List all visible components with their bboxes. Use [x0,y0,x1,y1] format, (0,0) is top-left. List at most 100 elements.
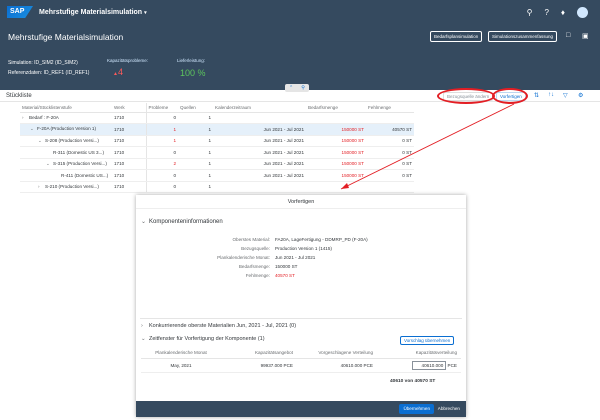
chevron-right-icon: › [141,323,143,329]
help-icon[interactable]: ? [544,8,548,17]
col-material[interactable]: Material/Stücklistenstufe [20,103,112,113]
simulation-field: Simulation: ID_SIM2 (ID_SIM2) [8,60,78,66]
kapazitaet-value[interactable]: ▲4 [113,67,123,77]
col-kalenderzeitraum[interactable]: Kalenderzeitraum [213,103,306,113]
referenz-value[interactable]: ID_REF1 (ID_REF1) [44,70,90,76]
material-label: S-210 (Production Versi...) [45,184,99,190]
expand-icon[interactable]: ↑↓ [548,92,554,98]
page-title: Mehrstufige Materialsimulation [8,32,124,42]
lieferleistung-label: Lieferleistung: [177,58,206,63]
info-label: Fehlmenge: [245,273,270,278]
object-header: Mehrstufige Materialsimulation Bedarfspl… [0,24,600,90]
table-row[interactable]: R-411 (Domestic US...) 1710 0 1 Jun 2021 - J… [20,169,414,182]
cell-fehlmenge: 0 ST [366,146,414,159]
bedarfsplansimulation-button[interactable]: Bedarfsplansimulation [430,31,483,42]
cell-quellen: 1 [178,112,213,124]
cell-material: ⌄ S-315 (Production Versi...) [20,158,112,170]
table-row[interactable]: R-311 (Domestic US 3...) 1710 0 1 Jun 2021 -… [20,146,414,159]
table-row[interactable]: ⌄ S-208 (Production Versi...) 1710 1 1 Jun 20… [20,135,414,147]
info-label: Oberstes Material: [232,237,270,242]
material-label: S-208 (Production Versi...) [45,137,99,143]
chevron-right-icon[interactable]: › [22,115,29,120]
cell-probleme: 0 [145,169,178,182]
cell-bedarfsmenge: 150000 ST [306,123,366,136]
section-komponenteninformationen[interactable]: ⌄ Komponenteninformationen [141,218,223,225]
info-value: 150000 ST [275,264,298,269]
table-row[interactable]: › S-210 (Production Versi...) 1710 0 1 [20,181,414,193]
abbrechen-button[interactable]: Abbrechen [436,404,462,414]
cell-fehlmenge: 0 ST [366,169,414,182]
cell-material: ⌄ F-20A (Production Version 1) [20,123,112,136]
bell-icon[interactable]: ♦ [561,8,565,17]
cell-fehlmenge: 0 ST [366,135,414,147]
cell-material: › Bedarf : F-20A [20,112,112,124]
cell-kalenderzeitraum: Jun 2021 - Jul 2021 [213,135,306,147]
cell-quellen: 1 [178,169,213,182]
avatar[interactable] [577,6,588,18]
cell-kalenderzeitraum [213,112,306,124]
col-vorgeschlagene-verteilung: Vorgeschlagene Verteilung [297,348,377,359]
chevron-right-icon[interactable]: › [38,184,45,189]
chevron-down-icon: ⌄ [141,336,146,342]
cell-quellen: 1 [178,135,213,147]
settings-gear-icon[interactable]: ⚙ [578,92,583,99]
zeitfenster-table: Plankalenderische Monat Kapazitätsangebo… [141,348,461,373]
vorschlag-uebernehmen-button[interactable]: Vorschlag übernehmen [400,336,455,345]
cell-material: R-311 (Domestic US 3...) [20,146,112,159]
col-kapazitaetsverteilung: Kapazitätsverteilung [377,348,461,359]
unit-label: PCE [447,362,457,368]
highlight-ring-bezugsquelle [437,88,495,104]
cell-werk: 1710 [112,169,146,182]
cell-bedarfsmenge: 150000 ST [306,169,366,182]
app-title-text: Mehrstufige Materialsimulation [39,8,143,16]
table-row[interactable]: › Bedarf : F-20A 1710 0 1 [20,112,414,124]
info-row: Fehlmenge: 40570 ST [150,273,295,281]
info-value: Production Version 1 (1415) [275,246,332,251]
divider [140,318,462,319]
col-fehlmenge[interactable]: Fehlmenge [366,103,414,113]
cell-bedarfsmenge: 150000 ST [306,135,366,147]
cell-material: › S-210 (Production Versi...) [20,181,112,193]
total-summary: 40610 von 40570 ST [390,379,436,384]
sort-icon[interactable]: ⇅ [534,92,539,99]
info-value: FA20A, LageFertigung - DDMRP_PD (F-20A) [275,237,368,242]
table-row[interactable]: ⌄ F-20A (Production Version 1) 1710 1 1 Jun 2… [20,123,414,136]
fullscreen-icon[interactable]: ▣ [582,32,589,40]
col-werk[interactable]: Werk [112,103,146,113]
table-row: May, 2021 99937.000 PCE 40610.000 PCE 40… [141,358,461,373]
share-icon[interactable]: □ [566,32,570,39]
referenz-label: Referenzdaten: [8,70,43,76]
col-quellen[interactable]: Quellen [178,103,213,113]
uebernehmen-button[interactable]: Übernehmen [399,404,434,414]
simulation-value[interactable]: ID_SIM2 (ID_SIM2) [34,60,78,66]
kapazitaetsverteilung-input[interactable]: 40610.000 [412,360,447,370]
search-icon[interactable]: ⚲ [527,8,533,17]
col-bedarfsmenge[interactable]: Bedarfsmenge [306,103,366,113]
chevron-down-icon[interactable]: ⌄ [38,138,45,144]
cell-quellen: 1 [178,123,213,136]
filter-icon[interactable]: ▽ [563,92,568,99]
cell-kalenderzeitraum: Jun 2021 - Jul 2021 [213,123,306,136]
cell-werk: 1710 [112,146,146,159]
simulation-label: Simulation: [8,60,33,66]
cell-fehlmenge: 0 ST [366,158,414,170]
dialog-title: Vorfertigen [136,195,466,209]
material-label: S-315 (Production Versi...) [53,160,107,166]
cell-bedarfsmenge: 150000 ST [306,146,366,159]
chevron-down-icon[interactable]: ⌄ [30,126,37,132]
sap-logo[interactable]: SAP [7,6,33,18]
section-konkurrierende[interactable]: › Konkurrierende oberste Materialien Jun,… [141,323,296,329]
col-probleme[interactable]: Probleme [145,103,178,113]
section-zeitfenster[interactable]: ⌄ Zeitfenster für Vorfertigung der Kompon… [141,336,265,342]
chevron-down-icon[interactable]: ⌄ [46,161,53,167]
info-label: Bezugsquelle: [241,246,270,251]
cell-werk: 1710 [112,135,146,147]
cell-probleme: 1 [145,123,178,136]
app-title-menu[interactable]: Mehrstufige Materialsimulation ▾ [39,9,147,16]
table-row[interactable]: ⌄ S-315 (Production Versi...) 1710 2 1 Jun 20… [20,158,414,170]
material-label: Bedarf : F-20A [29,115,59,121]
cell-fehlmenge [366,112,414,124]
chevron-down-icon: ▾ [144,9,147,16]
simulation-summary-button[interactable]: Simulationszusammenfassung [488,31,558,42]
cell-bedarfsmenge [306,112,366,124]
